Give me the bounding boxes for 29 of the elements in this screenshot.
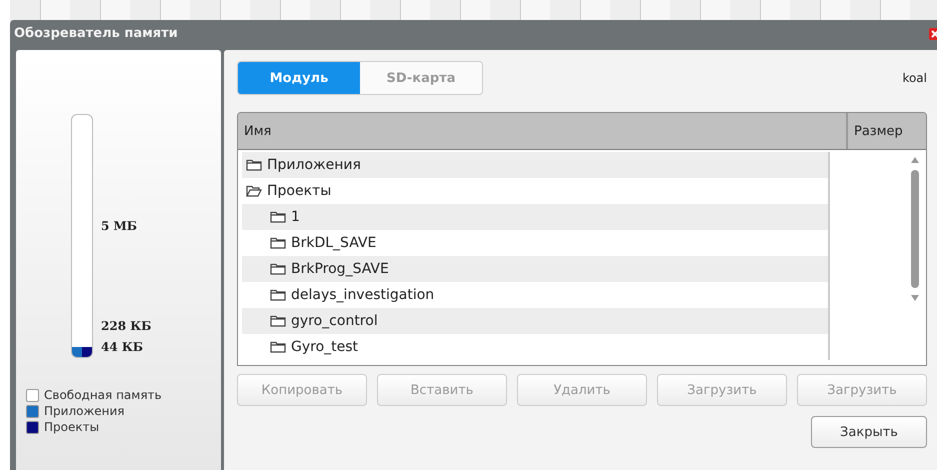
close-button[interactable]: Закрыть (811, 416, 927, 448)
folder-name: Gyro_test (291, 339, 358, 355)
folder-name: BrkProg_SAVE (291, 261, 389, 277)
folder-name: Приложения (267, 157, 361, 173)
scroll-thumb[interactable] (911, 170, 919, 288)
folder-icon (270, 289, 286, 301)
folder-name: delays_investigation (291, 287, 434, 303)
folder-icon (270, 315, 286, 327)
folder-name: 1 (291, 209, 300, 225)
legend-label: Приложения (44, 404, 125, 418)
user-name: koal (902, 71, 927, 85)
folder-name: gyro_control (291, 313, 378, 329)
scale-label: 44 КБ (101, 339, 144, 356)
folder-icon (270, 211, 286, 223)
scale-label: 228 КБ (101, 318, 152, 335)
window-title: Обозреватель памяти (14, 26, 178, 41)
scroll-up-icon[interactable] (910, 156, 920, 164)
column-header[interactable]: Размер (848, 113, 926, 149)
folder-name: Проекты (267, 183, 332, 199)
column-header[interactable]: Имя (238, 113, 848, 149)
folder-icon (270, 341, 286, 353)
scale-label: 5 МБ (101, 218, 138, 236)
folder-name: BrkDL_SAVE (291, 235, 376, 251)
legend-label: Проекты (44, 420, 100, 434)
legend-label: Свободная память (44, 388, 162, 402)
folder-icon (270, 263, 286, 275)
folder-icon (270, 237, 286, 249)
scroll-down-icon[interactable] (910, 294, 920, 302)
tree-row[interactable]: Gyro_test (242, 334, 904, 360)
